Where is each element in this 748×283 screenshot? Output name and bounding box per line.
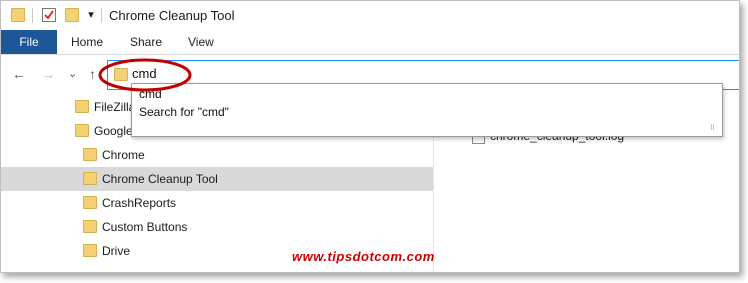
title-bar: ▾ Chrome Cleanup Tool xyxy=(1,1,739,30)
folder-icon xyxy=(11,8,25,22)
tree-item-label: Chrome Cleanup Tool xyxy=(102,172,218,186)
tree-item-label: Custom Buttons xyxy=(102,220,188,234)
folder-icon xyxy=(83,148,97,161)
tab-file[interactable]: File xyxy=(1,30,57,54)
explorer-window: ▾ Chrome Cleanup Tool File Home Share Vi… xyxy=(0,0,740,273)
up-arrow-icon[interactable]: ↑ xyxy=(89,66,96,82)
address-suggestions-dropdown: cmd Search for "cmd" ⠿ xyxy=(131,83,723,137)
tree-item-label: Google xyxy=(94,124,133,138)
forward-arrow-icon[interactable]: → xyxy=(41,66,55,82)
highlight-ellipse xyxy=(98,58,192,92)
tree-item-label: CrashReports xyxy=(102,196,177,210)
tree-item-label: Chrome xyxy=(102,148,145,162)
folder-icon xyxy=(83,172,97,185)
quick-access-dropdown-icon[interactable]: ▾ xyxy=(85,9,97,21)
tree-item-chrome-cleanup-tool[interactable]: Chrome Cleanup Tool xyxy=(1,167,433,191)
resize-grip-icon[interactable]: ⠿ xyxy=(710,125,718,133)
folder-icon xyxy=(83,196,97,209)
folder-icon xyxy=(75,124,89,137)
back-arrow-icon[interactable]: ← xyxy=(12,66,26,82)
recent-locations-icon[interactable]: ⌄ xyxy=(68,66,77,82)
tab-home[interactable]: Home xyxy=(71,30,103,54)
tab-share[interactable]: Share xyxy=(130,30,162,54)
ribbon-tabs: File Home Share View xyxy=(1,30,739,55)
tree-item-custom-buttons[interactable]: Custom Buttons xyxy=(1,215,433,239)
tree-item-label: Drive xyxy=(102,244,131,258)
tree-item-crashreports[interactable]: CrashReports xyxy=(1,191,433,215)
folder-icon xyxy=(83,244,97,257)
window-title: Chrome Cleanup Tool xyxy=(109,8,235,23)
separator xyxy=(101,8,102,23)
folder-icon xyxy=(75,100,89,113)
separator xyxy=(32,8,33,23)
properties-checkmark-icon[interactable] xyxy=(41,7,57,23)
tree-item-label: FileZilla xyxy=(94,100,136,114)
watermark-text: www.tipsdotcom.com xyxy=(292,249,435,264)
tab-view[interactable]: View xyxy=(188,30,214,54)
tree-item-chrome[interactable]: Chrome xyxy=(1,143,433,167)
folder-icon xyxy=(83,220,97,233)
new-folder-icon[interactable] xyxy=(65,8,79,22)
suggestion-item[interactable]: Search for "cmd" xyxy=(139,105,229,119)
